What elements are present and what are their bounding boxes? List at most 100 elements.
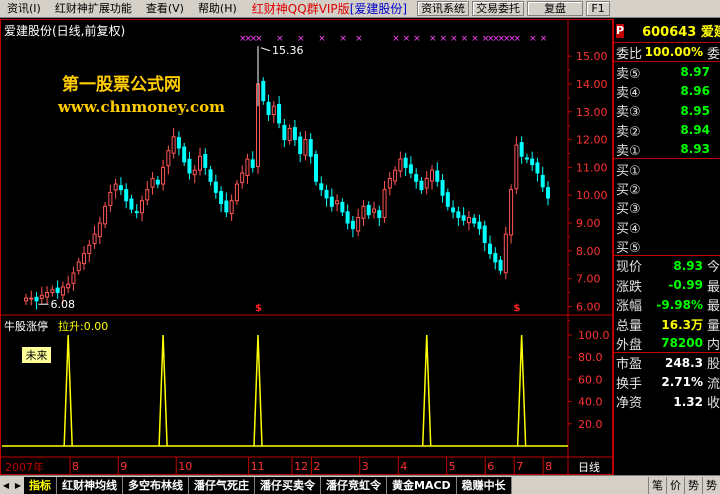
tab-prev-icon[interactable]: ◀ <box>0 477 12 494</box>
quote-tail: 最 <box>706 279 720 295</box>
quote-row: 买② <box>614 179 720 198</box>
candle-body <box>329 196 334 207</box>
candle-body <box>287 127 292 141</box>
menu-view[interactable]: 查看(V) <box>139 0 191 18</box>
signal-marker: × <box>471 34 479 44</box>
menu-info[interactable]: 资讯(I) <box>0 0 48 18</box>
indicator-spike <box>253 334 263 447</box>
trade-order-button[interactable]: 交易委托 <box>472 1 525 16</box>
x-tick-label: 12 <box>294 460 308 473</box>
candle-body <box>92 233 97 245</box>
quote-value: 16.3万 <box>661 317 703 332</box>
x-tick-label: 8 <box>72 460 79 473</box>
tab-indicator[interactable]: 潘仔气死庄 <box>189 476 255 494</box>
candle-body <box>540 174 545 188</box>
quote-label: 卖② <box>616 124 641 140</box>
quote-tail: 收 <box>706 396 720 412</box>
signal-marker: × <box>355 34 363 44</box>
p-badge[interactable]: P <box>616 23 625 38</box>
candle-body <box>393 169 398 182</box>
tab-right-3[interactable]: 势 <box>702 476 720 494</box>
app-title-main: 红财神QQ群VIP版 <box>251 1 350 16</box>
candle-body <box>161 166 166 185</box>
y-tick-label: 14.00 <box>576 78 608 91</box>
candle-body <box>456 211 461 218</box>
candle-body <box>108 191 113 206</box>
y-axis-ticks: 15.00 14.00 13.00 12.00 11.00 10.00 9.00 8.00 7.… <box>568 50 610 431</box>
x-tick-label: 10 <box>178 460 192 473</box>
app-title-stock: [爱建股份] <box>349 1 408 16</box>
quote-label: 外盘 <box>616 337 643 353</box>
menu-bar: 资讯(I) 红财神扩展功能 查看(V) 帮助(H) 红财神QQ群VIP版[爱建股… <box>0 0 720 18</box>
tab-indicator[interactable]: 稳赚中长 <box>456 476 512 494</box>
quote-label: 市盈 <box>616 357 643 373</box>
candle-body <box>356 216 361 232</box>
candle-body <box>509 189 514 236</box>
candle-body <box>482 225 487 243</box>
app-title: 红财神QQ群VIP版[爱建股份] <box>252 0 407 18</box>
quote-label: 现价 <box>616 260 643 276</box>
candle-body <box>319 183 324 191</box>
tab-indicator[interactable]: 红财神均线 <box>57 476 123 494</box>
period-label[interactable]: 日线 <box>578 459 600 475</box>
tab-right-2[interactable]: 势 <box>684 476 702 494</box>
candle-body <box>535 162 540 174</box>
tab-indicator[interactable]: 多空布林线 <box>123 476 189 494</box>
quote-row: 外盘 78200 内 <box>614 334 720 354</box>
menu-help[interactable]: 帮助(H) <box>191 0 244 18</box>
sell-signal-marker: $ <box>255 303 262 314</box>
signal-marker: × <box>540 34 548 44</box>
quote-label: 买② <box>616 182 641 198</box>
quote-tail: 今 <box>706 260 720 276</box>
ind-tick-label: 100.0 <box>578 329 610 342</box>
quote-value: 8.93 <box>673 258 703 273</box>
candle-body <box>424 178 429 189</box>
quote-tail: 最 <box>706 299 720 315</box>
indicator-spike <box>158 334 168 447</box>
x-tick-label: 2 <box>313 460 320 473</box>
tab-indicator[interactable]: 指标 <box>24 476 57 494</box>
y-tick-label: 11.00 <box>576 161 608 174</box>
quote-value: 2.71% <box>661 375 703 390</box>
candle-body <box>530 158 535 166</box>
candle-body <box>345 211 350 224</box>
indicator-series <box>2 334 568 447</box>
candle-body <box>308 139 313 157</box>
indicator-spike <box>421 334 432 447</box>
future-button[interactable]: 未来 <box>21 346 52 364</box>
candle-body <box>34 296 39 302</box>
candle-body <box>408 164 413 174</box>
tab-indicator[interactable]: 黄金MACD <box>387 476 457 494</box>
y-tick-label: 13.00 <box>576 106 608 119</box>
quote-value: 78200 <box>661 336 703 351</box>
candle-body <box>182 146 187 163</box>
quote-value: 100.00% <box>644 45 703 60</box>
candle-body <box>324 189 329 199</box>
indicator-spike <box>516 334 527 447</box>
candle-body <box>372 208 376 213</box>
candle-body <box>524 157 529 160</box>
stock-code-row: P 600643 爱建 <box>614 19 720 43</box>
quote-value: 1.32 <box>673 394 703 409</box>
replay-button[interactable]: 复盘 <box>527 1 584 16</box>
f1-button[interactable]: F1 <box>586 1 611 16</box>
quote-value: -0.99 <box>668 278 703 293</box>
quote-tail: 内 <box>706 337 720 353</box>
info-system-button[interactable]: 资讯系统 <box>417 1 470 16</box>
tab-right-1[interactable]: 价 <box>666 476 684 494</box>
candle-body <box>150 178 155 188</box>
tab-right-0[interactable]: 笔 <box>648 476 666 494</box>
candle-body <box>403 157 408 168</box>
candle-body <box>493 253 498 263</box>
candle-body <box>60 286 65 296</box>
tab-indicator[interactable]: 潘仔竞虹令 <box>321 476 387 494</box>
quote-row: 买④ <box>614 218 720 237</box>
candle-body <box>155 179 160 185</box>
menu-ext-functions[interactable]: 红财神扩展功能 <box>48 0 139 18</box>
tab-next-icon[interactable]: ▶ <box>12 477 24 494</box>
tab-indicator[interactable]: 潘仔买卖令 <box>255 476 321 494</box>
candle-body <box>430 169 434 182</box>
y-tick-label: 7.00 <box>576 273 601 286</box>
quote-row: 净资 1.32 收 <box>614 392 720 412</box>
candle-body <box>477 221 482 230</box>
